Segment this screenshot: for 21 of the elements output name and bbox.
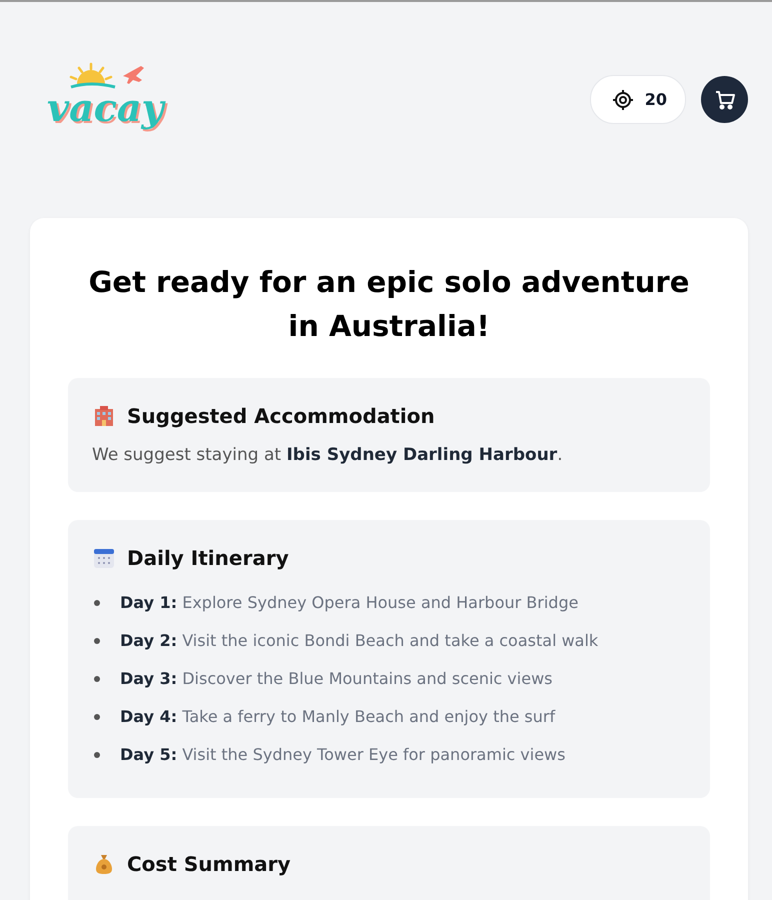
- target-icon: [610, 88, 635, 112]
- section-heading: Daily Itinerary: [127, 546, 289, 570]
- section-heading: Cost Summary: [127, 852, 291, 876]
- bullet-icon: [94, 676, 100, 682]
- bullet-icon: [94, 752, 100, 758]
- itinerary-item: Day 4: Take a ferry to Manly Beach and enjoy the surf: [120, 707, 556, 726]
- points-badge[interactable]: 20: [590, 75, 686, 124]
- hotel-icon: [92, 404, 116, 428]
- logo-text: vacay: [47, 86, 164, 130]
- itinerary-item: Day 3: Discover the Blue Mountains and scenic views: [120, 669, 552, 688]
- cart-button[interactable]: [701, 76, 748, 124]
- bullet-icon: [94, 600, 100, 606]
- bullet-icon: [94, 714, 100, 720]
- section-text: We suggest staying at Ibis Sydney Darling Harbour.: [92, 444, 564, 467]
- page-title: Get ready for an epic solo adventure in Australia!: [88, 264, 690, 345]
- itinerary-item: Day 1: Explore Sydney Opera House and Harbour Bridge: [120, 593, 578, 612]
- section-heading: Suggested Accommodation: [127, 404, 435, 428]
- points-count: 20: [644, 90, 667, 110]
- bullet-icon: [94, 638, 100, 644]
- itinerary-item: Day 5: Visit the Sydney Tower Eye for panoramic views: [120, 745, 566, 764]
- itinerary-item: Day 2: Visit the iconic Bondi Beach and take a coastal walk: [120, 631, 598, 650]
